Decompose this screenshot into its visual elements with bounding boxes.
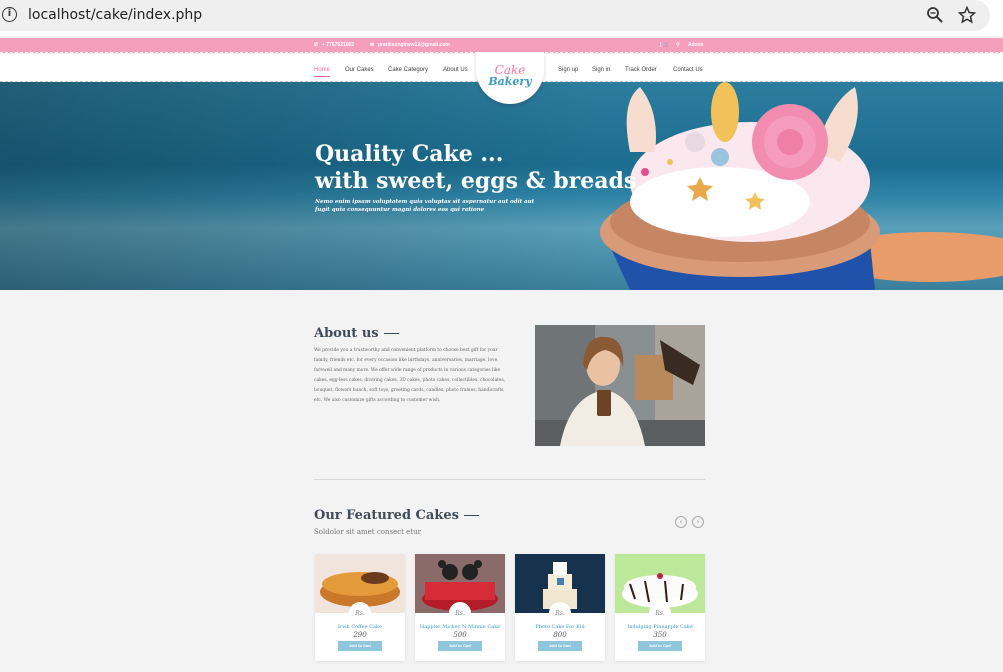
admin-link[interactable]: Admin bbox=[688, 41, 704, 49]
phone-icon: ✆ bbox=[314, 42, 319, 48]
email-icon: ✉ bbox=[370, 42, 375, 48]
nav-cake-category[interactable]: Cake Category bbox=[388, 66, 428, 74]
cake-name[interactable]: Indulging Pineapple Cake bbox=[615, 624, 705, 631]
featured-subtitle: Soldolor sit amet consect etur bbox=[314, 528, 421, 536]
currency-badge: Rs. bbox=[349, 602, 371, 624]
cake-price: 800 bbox=[553, 631, 567, 639]
cake-card[interactable]: Rs. Photo Cake For Kid 800 Add to Cart bbox=[515, 554, 605, 661]
cake-name[interactable]: Irish Coffee Cake bbox=[315, 624, 405, 631]
cart-icon[interactable]: 🛒 bbox=[663, 41, 669, 49]
cake-card[interactable]: Rs. Indulging Pineapple Cake 350 Add to … bbox=[615, 554, 705, 661]
nav-about-us[interactable]: About Us bbox=[443, 66, 468, 74]
cake-price: 290 bbox=[353, 631, 367, 639]
nav-sign-in[interactable]: Sign in bbox=[592, 66, 610, 74]
hero-banner: Quality Cake ... with sweet, eggs & brea… bbox=[0, 82, 1003, 290]
url-text[interactable]: localhost/cake/index.php bbox=[28, 7, 202, 24]
nav-sign-up[interactable]: Sign up bbox=[558, 66, 578, 74]
email-address[interactable]: pratiksongirww12@gmail.com bbox=[378, 41, 450, 49]
browser-chrome: i localhost/cake/index.php bbox=[0, 0, 1003, 36]
phone-number[interactable]: + 7767821602 bbox=[322, 41, 354, 49]
add-to-cart-button[interactable]: Add to Cart bbox=[638, 641, 682, 651]
cake-card[interactable]: Rs. Happier Mickey N Minnie Cake 500 Add… bbox=[415, 554, 505, 661]
cake-name[interactable]: Happier Mickey N Minnie Cake bbox=[415, 624, 505, 631]
hero-title: Quality Cake ... with sweet, eggs & brea… bbox=[315, 141, 636, 195]
nav-home[interactable]: Home bbox=[314, 66, 331, 77]
about-title: About us bbox=[314, 326, 399, 342]
info-icon[interactable]: i bbox=[2, 7, 17, 22]
cupcake-image bbox=[600, 82, 1003, 290]
hero-title-line1: Quality Cake ... bbox=[315, 141, 504, 167]
logo-line2: Bakery bbox=[488, 75, 532, 88]
currency-badge: Rs. bbox=[649, 602, 671, 624]
nav-our-cakes[interactable]: Our Cakes bbox=[345, 66, 374, 74]
cake-card[interactable]: Rs. Irish Coffee Cake 290 Add to Cart bbox=[315, 554, 405, 661]
separator: | bbox=[660, 42, 662, 48]
cake-price: 500 bbox=[453, 631, 467, 639]
currency-badge: Rs. bbox=[449, 602, 471, 624]
cake-price: 350 bbox=[653, 631, 667, 639]
featured-title: Our Featured Cakes bbox=[314, 508, 479, 524]
about-photo bbox=[535, 325, 705, 446]
add-to-cart-button[interactable]: Add to Cart bbox=[438, 641, 482, 651]
nav-contact-us[interactable]: Contact Us bbox=[673, 66, 703, 74]
hero-title-line2: with sweet, eggs & breads bbox=[315, 168, 637, 194]
nav-track-order[interactable]: Track Order bbox=[625, 66, 657, 74]
search-icon[interactable]: ⚲ bbox=[676, 41, 680, 49]
cake-name[interactable]: Photo Cake For Kid bbox=[515, 624, 605, 631]
section-divider bbox=[314, 479, 705, 480]
zoom-icon[interactable] bbox=[926, 6, 944, 24]
add-to-cart-button[interactable]: Add to Cart bbox=[338, 641, 382, 651]
top-info-bar: ✆ + 7767821602 ✉ pratiksongirww12@gmail.… bbox=[0, 38, 1003, 53]
about-text: We provide you a trustworthy and conveni… bbox=[314, 348, 506, 403]
add-to-cart-button[interactable]: Add to Cart bbox=[538, 641, 582, 651]
hero-text: Nemo enim ipsam voluptatem quia voluptas… bbox=[315, 199, 535, 213]
next-arrow-button[interactable]: › bbox=[692, 516, 704, 528]
prev-arrow-button[interactable]: ‹ bbox=[675, 516, 687, 528]
address-bar[interactable]: i localhost/cake/index.php bbox=[0, 0, 990, 31]
bookmark-star-icon[interactable] bbox=[958, 6, 976, 24]
currency-badge: Rs. bbox=[549, 602, 571, 624]
